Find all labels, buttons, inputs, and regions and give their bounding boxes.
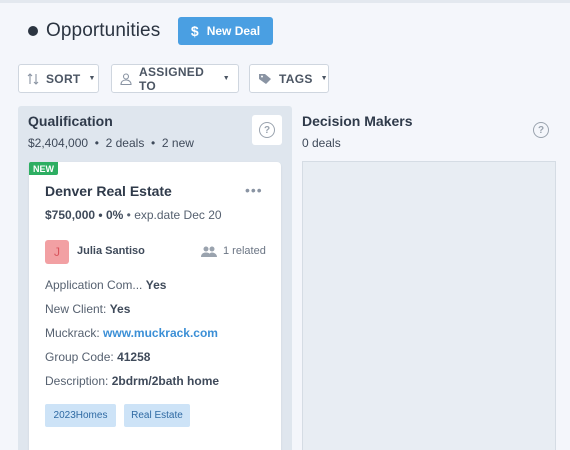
field-value: Yes xyxy=(109,302,131,316)
sort-icon xyxy=(27,72,39,85)
column-deal-count: 0 deals xyxy=(302,136,341,150)
page-title: Opportunities xyxy=(46,20,161,41)
field-group-code: Group Code: 41258 xyxy=(45,350,150,364)
chevron-down-icon: ▼ xyxy=(320,75,328,82)
new-deal-label: New Deal xyxy=(206,24,261,38)
question-icon: ? xyxy=(533,122,549,138)
field-value: 41258 xyxy=(117,350,151,364)
assigned-to-filter-button[interactable]: ASSIGNED TO ▼ xyxy=(111,64,239,93)
sort-label: SORT xyxy=(46,71,81,86)
new-badge: NEW xyxy=(29,162,58,175)
column-drop-zone[interactable] xyxy=(302,161,556,450)
user-icon xyxy=(120,72,132,85)
column-amount: $2,404,000 xyxy=(28,136,89,150)
owner-name: Julia Santiso xyxy=(77,245,145,257)
separator: • xyxy=(91,136,103,150)
field-value: Yes xyxy=(145,278,167,292)
column-title: Qualification xyxy=(28,113,113,129)
more-options-icon[interactable]: ••• xyxy=(245,183,263,197)
deal-probability: 0% xyxy=(105,208,124,222)
people-icon xyxy=(201,246,217,257)
top-divider xyxy=(0,0,570,3)
field-label: Group Code: xyxy=(45,350,114,364)
deal-title[interactable]: Denver Real Estate xyxy=(45,183,172,199)
field-application: Application Com... Yes xyxy=(45,278,166,292)
deal-amount: $750,000 xyxy=(45,208,96,222)
status-dot xyxy=(28,26,38,36)
field-label: Description: xyxy=(45,374,109,388)
help-button[interactable]: ? xyxy=(532,121,550,139)
tag-chip[interactable]: Real Estate xyxy=(124,404,190,427)
field-muckrack: Muckrack: www.muckrack.com xyxy=(45,326,218,340)
tag-chip[interactable]: 2023Homes xyxy=(45,404,116,427)
field-value: 2bdrm/2bath home xyxy=(111,374,220,388)
tags-label: TAGS xyxy=(279,71,313,86)
field-label: Application Com... xyxy=(45,278,143,292)
field-description: Description: 2bdrm/2bath home xyxy=(45,374,219,388)
field-new-client: New Client: Yes xyxy=(45,302,130,316)
field-label: Muckrack: xyxy=(45,326,100,340)
tag-icon xyxy=(258,73,272,85)
page-header: Opportunities xyxy=(28,17,160,45)
tags-filter-button[interactable]: TAGS ▼ xyxy=(249,64,329,93)
separator: • xyxy=(98,208,106,222)
field-label: New Client: xyxy=(45,302,107,316)
column-new-count: 2 new xyxy=(161,136,194,150)
related-link[interactable]: 1 related xyxy=(201,245,266,257)
column-deal-count: 2 deals xyxy=(105,136,145,150)
deal-summary: $750,000 • 0% • exp.date Dec 20 xyxy=(45,208,222,222)
separator: • xyxy=(147,136,159,150)
column-summary: $2,404,000 • 2 deals • 2 new xyxy=(28,136,194,150)
sort-filter-button[interactable]: SORT ▼ xyxy=(18,64,99,93)
column-title: Decision Makers xyxy=(302,113,413,129)
chevron-down-icon: ▼ xyxy=(88,75,96,82)
deal-exp-date: exp.date Dec 20 xyxy=(134,208,222,222)
related-count: 1 related xyxy=(223,245,266,257)
assigned-label: ASSIGNED TO xyxy=(139,64,205,93)
muckrack-link[interactable]: www.muckrack.com xyxy=(103,326,218,340)
avatar[interactable]: J xyxy=(45,240,69,264)
question-icon: ? xyxy=(259,122,275,138)
dollar-icon: $ xyxy=(190,23,199,39)
help-button[interactable]: ? xyxy=(252,115,282,145)
chevron-down-icon: ▼ xyxy=(222,75,230,82)
new-deal-button[interactable]: $ New Deal xyxy=(178,17,273,45)
